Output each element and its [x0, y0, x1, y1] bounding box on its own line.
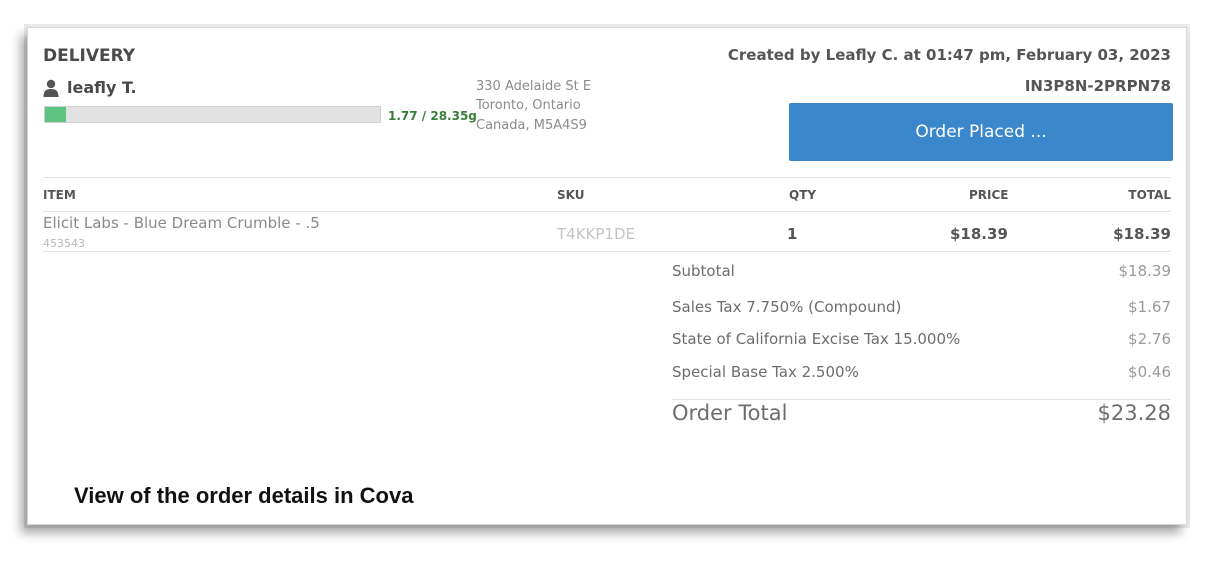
- order-id: IN3P8N-2PRPN78: [1024, 77, 1171, 95]
- special-base-tax-label: Special Base Tax 2.500%: [672, 363, 859, 381]
- order-status-button[interactable]: Order Placed ...: [789, 103, 1173, 161]
- order-total-value: $23.28: [1097, 401, 1171, 425]
- sales-tax-value: $1.67: [1128, 298, 1171, 316]
- order-details-card: DELIVERY leafly T. 1.77 / 28.35g 330 Ade…: [27, 27, 1187, 525]
- created-info: Created by Leafly C. at 01:47 pm, Februa…: [727, 46, 1171, 64]
- subtotal-label: Subtotal: [672, 262, 735, 280]
- customer-name: leafly T.: [67, 78, 137, 97]
- column-header-qty: QTY: [789, 188, 817, 202]
- divider: [672, 399, 1171, 400]
- special-base-tax-value: $0.46: [1128, 363, 1171, 381]
- column-header-item: ITEM: [43, 188, 76, 202]
- purchase-limit-bar: [44, 106, 381, 123]
- item-sku: T4KKP1DE: [557, 225, 635, 243]
- column-header-sku: SKU: [557, 188, 585, 202]
- excise-tax-label: State of California Excise Tax 15.000%: [672, 330, 961, 348]
- item-qty: 1: [787, 225, 798, 243]
- divider: [43, 211, 1171, 212]
- sales-tax-label: Sales Tax 7.750% (Compound): [672, 298, 902, 316]
- column-header-price: PRICE: [969, 188, 1009, 202]
- divider: [43, 177, 1171, 178]
- purchase-limit-fill: [45, 107, 66, 122]
- order-total-label: Order Total: [672, 401, 788, 425]
- order-type-label: DELIVERY: [43, 46, 136, 66]
- item-price: $18.39: [950, 225, 1008, 243]
- excise-tax-value: $2.76: [1128, 330, 1171, 348]
- item-code: 453543: [43, 237, 85, 250]
- caption: View of the order details in Cova: [74, 483, 414, 508]
- customer-info[interactable]: leafly T.: [43, 78, 137, 97]
- purchase-limit-text: 1.77 / 28.35g: [388, 109, 477, 123]
- user-icon: [43, 79, 59, 97]
- column-header-total: TOTAL: [1128, 188, 1171, 202]
- address-line-1: 330 Adelaide St E: [476, 79, 592, 94]
- subtotal-value: $18.39: [1118, 262, 1172, 280]
- divider: [43, 251, 1171, 252]
- address-line-2: Toronto, Ontario: [476, 98, 581, 113]
- address-line-3: Canada, M5A4S9: [476, 118, 587, 133]
- item-total: $18.39: [1113, 225, 1171, 243]
- item-name[interactable]: Elicit Labs - Blue Dream Crumble - .5: [43, 214, 320, 232]
